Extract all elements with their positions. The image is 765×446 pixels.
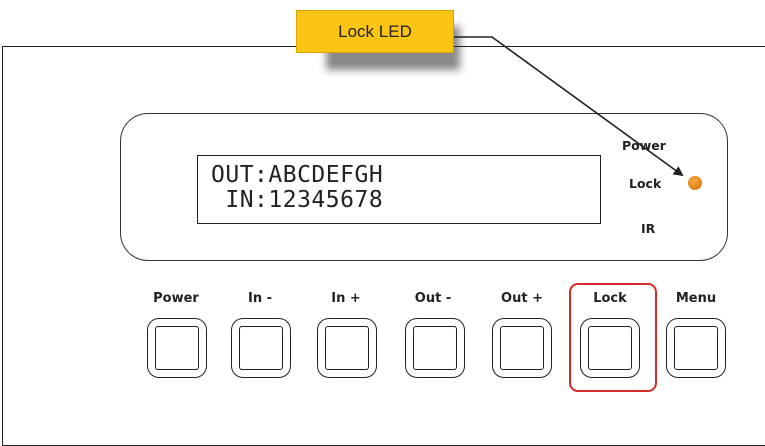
callout-label: Lock LED [338, 21, 412, 41]
lock-led-icon [688, 176, 702, 190]
lock-indicator-label: Lock [629, 176, 662, 191]
lcd-screen: OUT:ABCDEFGH IN:12345678 [197, 155, 601, 224]
menu-button-label: Menu [675, 291, 717, 306]
lcd-line-input: IN:12345678 [211, 187, 384, 213]
menu-button-face [674, 326, 718, 370]
out-minus-button[interactable] [405, 318, 465, 378]
in-minus-button-label: In - [247, 291, 273, 306]
out-plus-button-face [500, 326, 544, 370]
lock-led-callout: Lock LED [296, 10, 454, 53]
lock-button-highlight [569, 283, 657, 392]
ir-indicator-label: IR [641, 221, 656, 236]
lcd-line-output: OUT:ABCDEFGH [211, 162, 384, 188]
out-minus-button-face [413, 326, 457, 370]
power-indicator-label: Power [622, 138, 666, 153]
out-minus-button-label: Out - [414, 291, 452, 306]
out-plus-button[interactable] [492, 318, 552, 378]
power-button-face [155, 326, 199, 370]
power-button[interactable] [147, 318, 207, 378]
in-plus-button-label: In + [331, 291, 361, 306]
menu-button[interactable] [666, 318, 726, 378]
power-button-label: Power [153, 291, 199, 306]
in-minus-button[interactable] [231, 318, 291, 378]
out-plus-button-label: Out + [501, 291, 543, 306]
in-minus-button-face [239, 326, 283, 370]
in-plus-button-face [325, 326, 369, 370]
in-plus-button[interactable] [317, 318, 377, 378]
